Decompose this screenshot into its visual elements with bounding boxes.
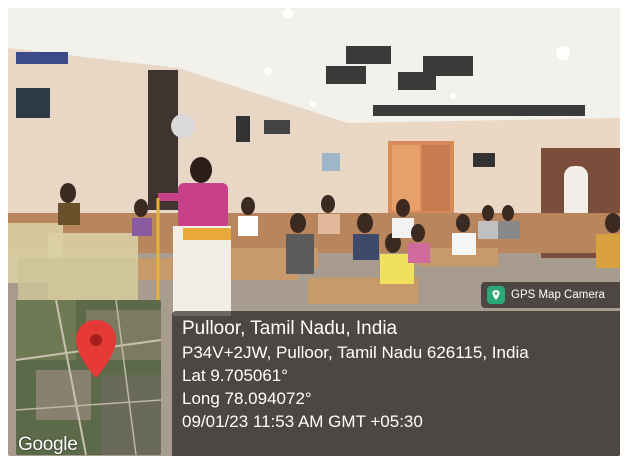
geotagged-photo: Google GPS Map Camera Pulloor, Tamil Nad…: [8, 8, 620, 456]
gps-camera-label: GPS Map Camera: [511, 289, 605, 301]
gps-camera-icon: [487, 286, 505, 304]
longitude: Long 78.094072°: [182, 389, 312, 408]
location-info-panel: Pulloor, Tamil Nadu, India P34V+2JW, Pul…: [172, 311, 620, 456]
latitude: Lat 9.705061°: [182, 366, 289, 385]
location-title: Pulloor, Tamil Nadu, India: [182, 318, 398, 339]
location-address: P34V+2JW, Pulloor, Tamil Nadu 626115, In…: [182, 343, 529, 362]
gps-camera-badge: GPS Map Camera: [481, 282, 620, 308]
map-provider-logo: Google: [18, 434, 78, 455]
timestamp: 09/01/23 11:53 AM GMT +05:30: [182, 412, 423, 431]
location-map: [16, 300, 161, 455]
